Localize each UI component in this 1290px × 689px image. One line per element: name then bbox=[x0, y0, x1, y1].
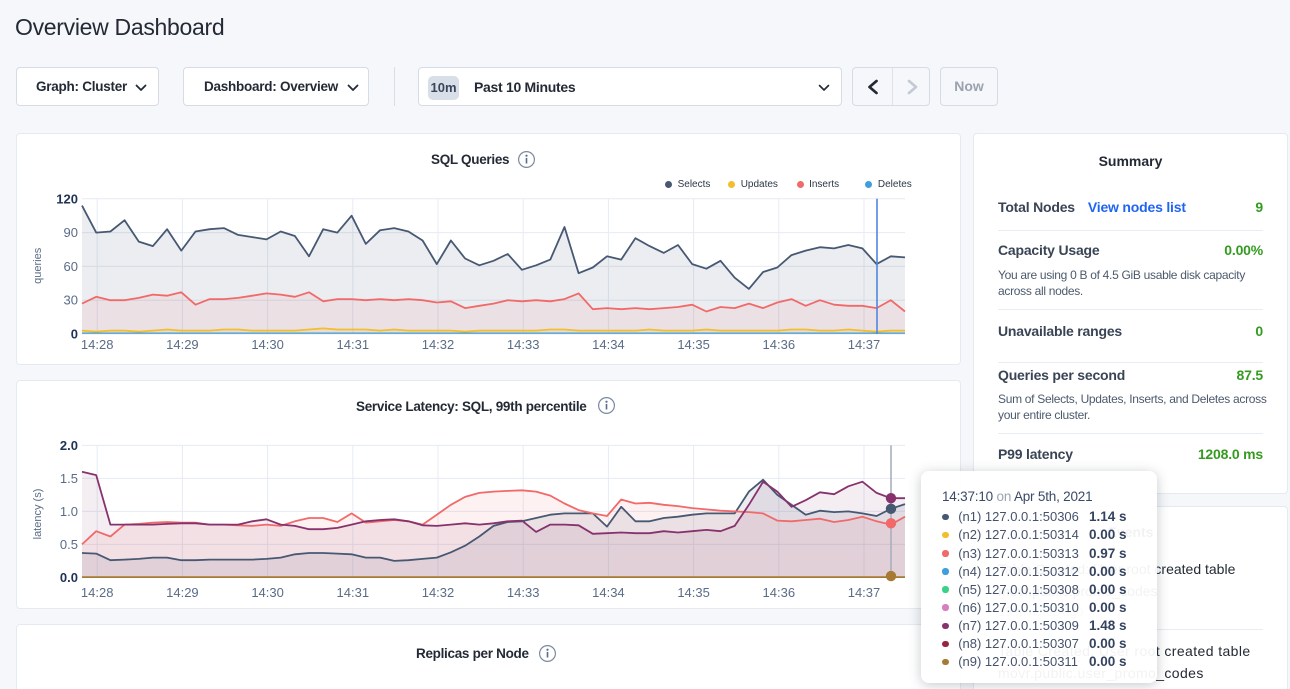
svg-text:0: 0 bbox=[71, 327, 78, 342]
svg-text:14:28: 14:28 bbox=[81, 337, 114, 352]
svg-text:14:32: 14:32 bbox=[422, 585, 455, 600]
svg-text:14:29: 14:29 bbox=[166, 337, 199, 352]
svg-text:14:30: 14:30 bbox=[251, 337, 284, 352]
svg-text:14:36: 14:36 bbox=[763, 585, 796, 600]
svg-text:14:37: 14:37 bbox=[848, 585, 881, 600]
svg-text:14:30: 14:30 bbox=[251, 585, 284, 600]
svg-text:60: 60 bbox=[64, 259, 78, 274]
svg-text:0.5: 0.5 bbox=[60, 537, 78, 552]
svg-text:14:37: 14:37 bbox=[848, 337, 881, 352]
svg-text:90: 90 bbox=[64, 225, 78, 240]
svg-text:queries: queries bbox=[32, 247, 44, 284]
svg-text:14:36: 14:36 bbox=[763, 337, 796, 352]
svg-text:30: 30 bbox=[64, 293, 78, 308]
svg-text:14:33: 14:33 bbox=[507, 337, 540, 352]
svg-text:14:35: 14:35 bbox=[677, 337, 710, 352]
svg-text:latency (s): latency (s) bbox=[32, 489, 44, 540]
svg-text:14:32: 14:32 bbox=[422, 337, 455, 352]
svg-text:1.5: 1.5 bbox=[60, 471, 78, 486]
svg-text:14:29: 14:29 bbox=[166, 585, 199, 600]
svg-text:14:34: 14:34 bbox=[592, 337, 625, 352]
svg-text:14:31: 14:31 bbox=[337, 337, 370, 352]
svg-text:14:34: 14:34 bbox=[592, 585, 625, 600]
svg-text:1.0: 1.0 bbox=[60, 504, 78, 519]
svg-text:14:31: 14:31 bbox=[337, 585, 370, 600]
svg-text:2.0: 2.0 bbox=[60, 438, 78, 453]
svg-text:0.0: 0.0 bbox=[60, 570, 78, 585]
svg-text:14:35: 14:35 bbox=[677, 585, 710, 600]
svg-text:14:28: 14:28 bbox=[81, 585, 114, 600]
svg-text:120: 120 bbox=[56, 191, 78, 206]
svg-text:14:33: 14:33 bbox=[507, 585, 540, 600]
